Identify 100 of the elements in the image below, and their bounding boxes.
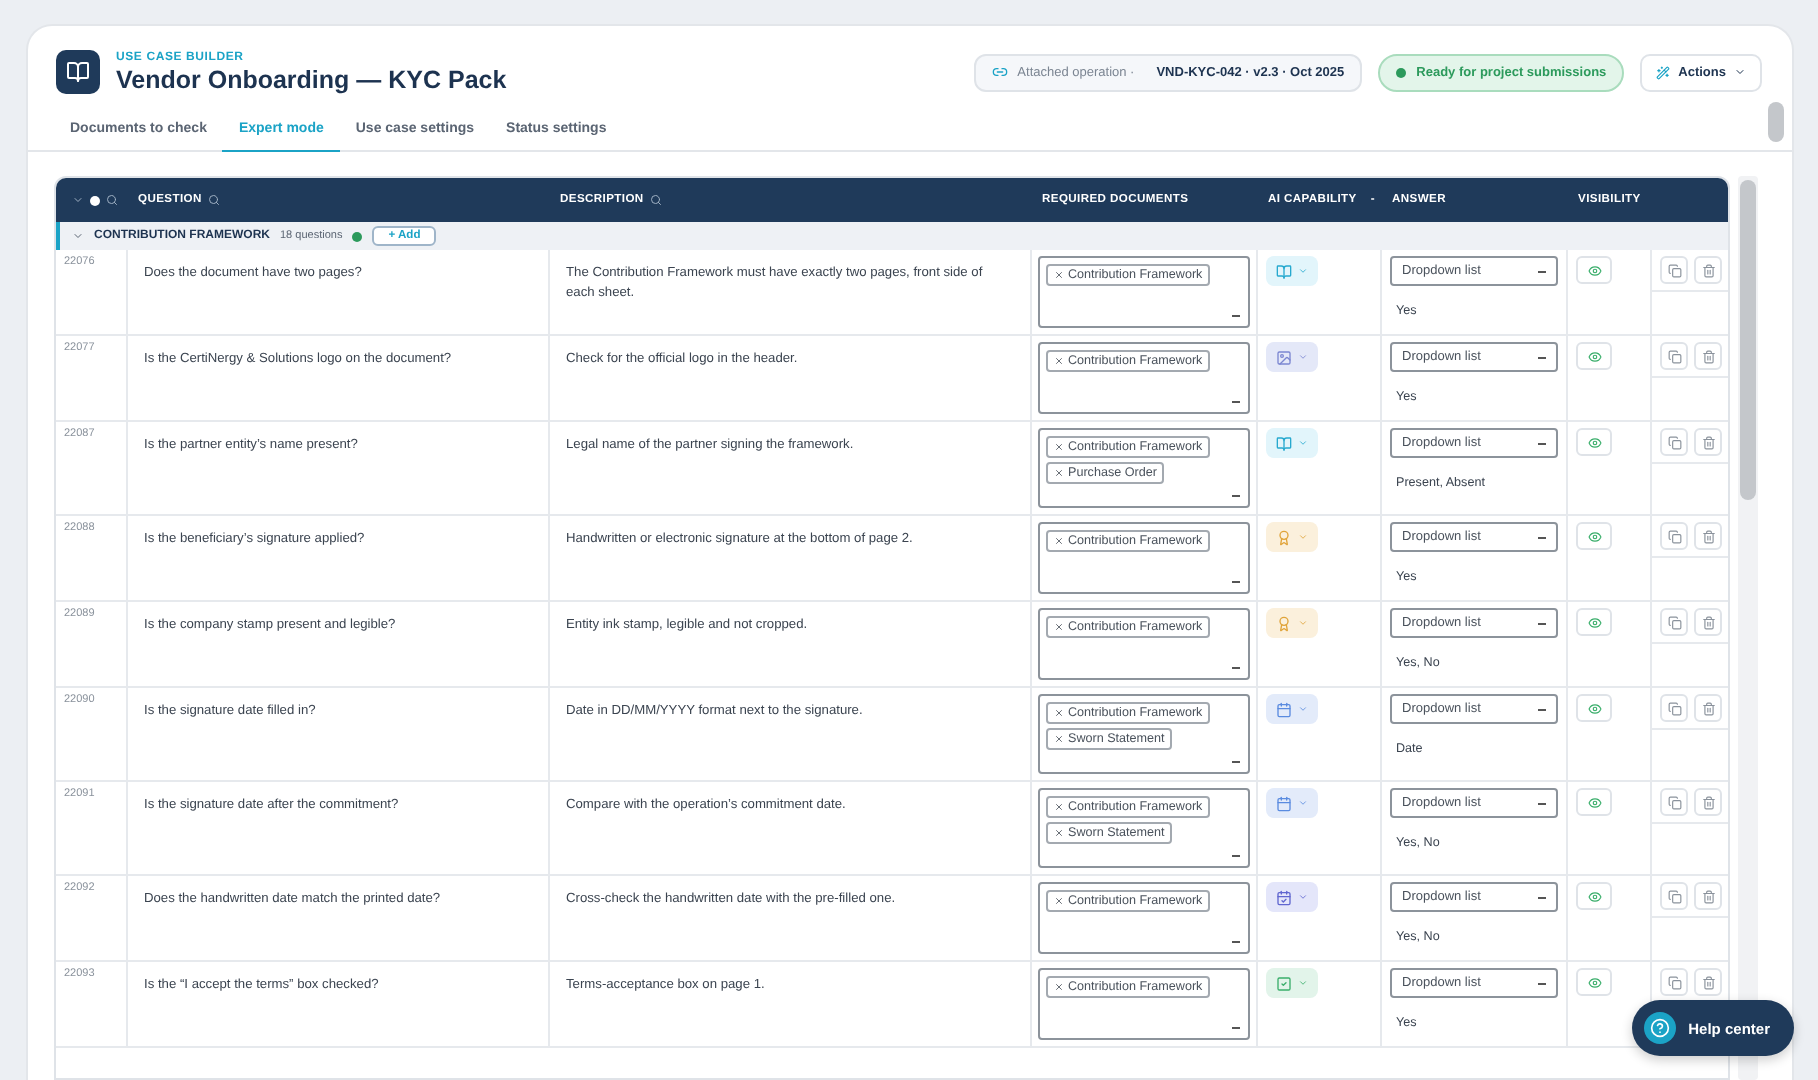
chevron-icon — [1298, 978, 1308, 988]
chevron-icon — [1298, 532, 1308, 542]
caret-icon[interactable] — [1232, 400, 1240, 404]
scrollbar-thumb[interactable] — [1768, 102, 1784, 142]
duplicate-button[interactable] — [1660, 342, 1688, 370]
copy-icon — [1667, 795, 1681, 809]
ai-capability-button[interactable] — [1266, 428, 1318, 458]
visibility-button[interactable] — [1576, 694, 1612, 722]
visibility-button[interactable] — [1576, 788, 1612, 816]
book-icon — [1276, 435, 1292, 451]
page-title: Vendor Onboarding — KYC Pack — [116, 65, 509, 93]
visibility-button[interactable] — [1576, 342, 1612, 370]
caret-icon — [1538, 981, 1546, 985]
eye-icon — [1587, 349, 1601, 363]
caret-icon — [1538, 707, 1546, 711]
duplicate-button[interactable] — [1660, 608, 1688, 636]
image-icon — [1276, 349, 1292, 365]
ai-capability-button[interactable] — [1266, 968, 1318, 998]
caret-icon[interactable] — [1232, 760, 1240, 764]
wand-icon — [1656, 65, 1671, 79]
caret-icon — [1538, 441, 1546, 445]
status-dot — [352, 231, 363, 241]
trash-icon — [1701, 975, 1715, 989]
chevron-icon — [1298, 352, 1308, 362]
chevron-icon — [1298, 892, 1308, 902]
copy-icon — [1667, 615, 1681, 629]
search-icon[interactable] — [649, 194, 662, 206]
checkbox-icon — [1276, 975, 1292, 991]
ai-capability-button[interactable] — [1266, 256, 1318, 286]
ai-capability-button[interactable] — [1266, 342, 1318, 372]
visibility-button[interactable] — [1576, 428, 1612, 456]
search-icon[interactable] — [207, 194, 220, 206]
trash-icon — [1701, 349, 1715, 363]
logo-icon — [56, 50, 100, 94]
visibility-button[interactable] — [1576, 522, 1612, 550]
chevron-icon — [1298, 618, 1308, 628]
trash-icon — [1701, 263, 1715, 277]
eye-icon — [1587, 435, 1601, 449]
duplicate-button[interactable] — [1660, 694, 1688, 722]
delete-button[interactable] — [1694, 428, 1722, 456]
eye-icon — [1587, 889, 1601, 903]
chevron-icon — [1298, 798, 1308, 808]
eye-icon — [1587, 615, 1601, 629]
copy-icon — [1667, 435, 1681, 449]
caret-icon[interactable] — [1232, 494, 1240, 498]
caret-icon[interactable] — [1232, 940, 1240, 944]
chevron-icon — [1298, 704, 1308, 714]
scrollbar-thumb[interactable] — [1740, 180, 1756, 500]
duplicate-button[interactable] — [1660, 882, 1688, 910]
chevron-icon — [1734, 66, 1746, 78]
dot-icon — [90, 195, 100, 205]
caret-icon[interactable] — [1232, 314, 1240, 318]
visibility-button[interactable] — [1576, 608, 1612, 636]
visibility-button[interactable] — [1576, 882, 1612, 910]
duplicate-button[interactable] — [1660, 788, 1688, 816]
duplicate-button[interactable] — [1660, 522, 1688, 550]
calendar-icon — [1276, 795, 1292, 811]
chevron-icon[interactable] — [72, 194, 84, 206]
ai-capability-button[interactable] — [1266, 694, 1318, 724]
visibility-button[interactable] — [1576, 968, 1612, 996]
delete-button[interactable] — [1694, 968, 1722, 996]
eye-icon — [1587, 529, 1601, 543]
copy-icon — [1667, 529, 1681, 543]
copy-icon — [1667, 889, 1681, 903]
delete-button[interactable] — [1694, 342, 1722, 370]
delete-button[interactable] — [1694, 522, 1722, 550]
search-icon[interactable] — [106, 194, 118, 206]
delete-button[interactable] — [1694, 256, 1722, 284]
ai-capability-button[interactable] — [1266, 788, 1318, 818]
calendar-icon — [1276, 701, 1292, 717]
duplicate-button[interactable] — [1660, 968, 1688, 996]
ai-capability-button[interactable] — [1266, 522, 1318, 552]
trash-icon — [1701, 795, 1715, 809]
caret-icon[interactable] — [1232, 666, 1240, 670]
caret-icon — [1538, 621, 1546, 625]
caret-icon — [1538, 895, 1546, 899]
eye-icon — [1587, 975, 1601, 989]
caret-icon[interactable] — [1232, 854, 1240, 858]
award-icon — [1276, 529, 1292, 545]
copy-icon — [1667, 701, 1681, 715]
ai-capability-button[interactable] — [1266, 608, 1318, 638]
delete-button[interactable] — [1694, 882, 1722, 910]
ai-capability-button[interactable] — [1266, 882, 1318, 912]
delete-button[interactable] — [1694, 608, 1722, 636]
chevron-icon — [1298, 438, 1308, 448]
calendar-icon — [1276, 889, 1292, 905]
delete-button[interactable] — [1694, 788, 1722, 816]
duplicate-button[interactable] — [1660, 256, 1688, 284]
delete-button[interactable] — [1694, 694, 1722, 722]
help-icon — [1650, 1018, 1671, 1038]
duplicate-button[interactable] — [1660, 428, 1688, 456]
caret-icon — [1538, 269, 1546, 273]
award-icon — [1276, 615, 1292, 631]
visibility-button[interactable] — [1576, 256, 1612, 284]
copy-icon — [1667, 349, 1681, 363]
caret-icon[interactable] — [1232, 1026, 1240, 1030]
copy-icon — [1667, 975, 1681, 989]
chevron-icon[interactable] — [72, 230, 84, 242]
caret-icon[interactable] — [1232, 580, 1240, 584]
trash-icon — [1701, 701, 1715, 715]
